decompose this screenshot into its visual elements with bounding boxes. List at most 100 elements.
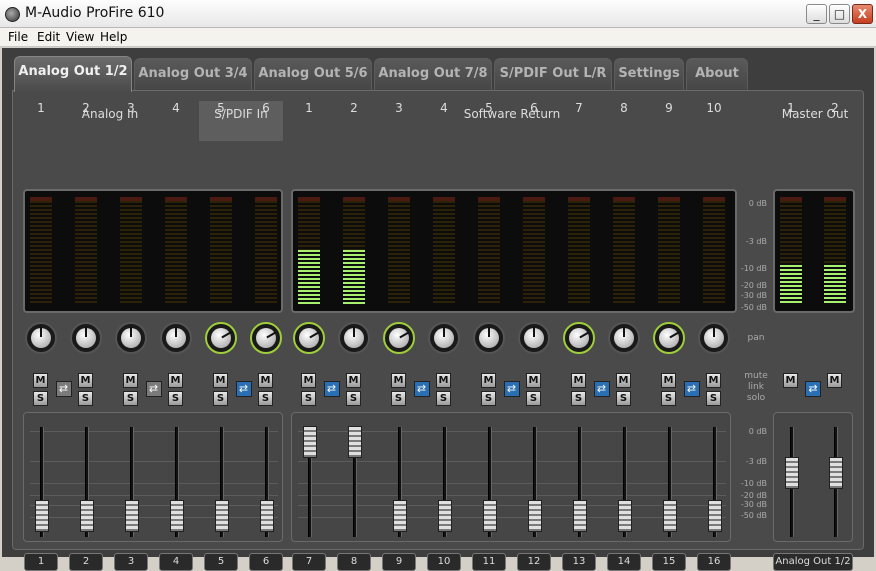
pan-knob[interactable] (115, 322, 147, 354)
strip-label-button[interactable]: 16 (697, 553, 731, 571)
mute-button[interactable]: M (258, 373, 273, 388)
mute-button[interactable]: M (123, 373, 138, 388)
strip-label-button[interactable]: 9 (382, 553, 416, 571)
strip-label-button[interactable]: 10 (427, 553, 461, 571)
strip-label-button[interactable]: 4 (159, 553, 193, 571)
strip-label-button[interactable]: 1 (24, 553, 58, 571)
strip-label-button[interactable]: 6 (249, 553, 283, 571)
tab-analog-out-1-2[interactable]: Analog Out 1/2 (14, 56, 132, 92)
fader-handle[interactable] (829, 457, 843, 490)
pan-knob[interactable] (25, 322, 57, 354)
pan-knob[interactable] (653, 322, 685, 354)
fader-handle[interactable] (573, 499, 587, 532)
solo-button[interactable]: S (391, 391, 406, 406)
tab-spdif-out[interactable]: S/PDIF Out L/R (494, 58, 612, 90)
menu-edit[interactable]: Edit (37, 30, 60, 44)
fader-handle[interactable] (663, 499, 677, 532)
fader-handle[interactable] (618, 499, 632, 532)
link-button[interactable]: ⇄ (145, 381, 162, 397)
strip-label-button[interactable]: 2 (69, 553, 103, 571)
mute-button[interactable]: M (168, 373, 183, 388)
link-button[interactable]: ⇄ (55, 381, 72, 397)
master-output-select[interactable]: Analog Out 1/2 (773, 553, 853, 571)
strip-label-button[interactable]: 14 (607, 553, 641, 571)
link-button[interactable]: ⇄ (323, 381, 340, 397)
strip-label-button[interactable]: 7 (292, 553, 326, 571)
pan-knob[interactable] (473, 322, 505, 354)
app-icon[interactable] (5, 7, 20, 22)
fader-handle[interactable] (80, 499, 94, 532)
mute-button[interactable]: M (481, 373, 496, 388)
solo-button[interactable]: S (436, 391, 451, 406)
tab-about[interactable]: About (686, 58, 748, 90)
fader-handle[interactable] (483, 499, 497, 532)
mute-button[interactable]: M (78, 373, 93, 388)
pan-knob[interactable] (70, 322, 102, 354)
solo-button[interactable]: S (706, 391, 721, 406)
pan-knob[interactable] (608, 322, 640, 354)
solo-button[interactable]: S (661, 391, 676, 406)
fader-handle[interactable] (528, 499, 542, 532)
solo-button[interactable]: S (571, 391, 586, 406)
maximize-button[interactable]: □ (829, 4, 850, 24)
fader-handle[interactable] (708, 499, 722, 532)
fader-handle[interactable] (348, 425, 362, 458)
mute-button[interactable]: M (616, 373, 631, 388)
strip-label-button[interactable]: 5 (204, 553, 238, 571)
solo-button[interactable]: S (78, 391, 93, 406)
pan-knob[interactable] (698, 322, 730, 354)
menu-view[interactable]: View (66, 30, 94, 44)
strip-label-button[interactable]: 3 (114, 553, 148, 571)
mute-button[interactable]: M (391, 373, 406, 388)
link-button[interactable]: ⇄ (593, 381, 610, 397)
menu-file[interactable]: File (8, 30, 28, 44)
fader-handle[interactable] (438, 499, 452, 532)
pan-knob[interactable] (160, 322, 192, 354)
solo-button[interactable]: S (526, 391, 541, 406)
close-button[interactable]: X (852, 4, 873, 24)
pan-knob[interactable] (383, 322, 415, 354)
tab-analog-out-5-6[interactable]: Analog Out 5/6 (254, 58, 372, 90)
link-button[interactable]: ⇄ (413, 381, 430, 397)
link-button[interactable]: ⇄ (235, 381, 252, 397)
pan-knob[interactable] (428, 322, 460, 354)
strip-label-button[interactable]: 11 (472, 553, 506, 571)
mute-button[interactable]: M (213, 373, 228, 388)
menu-help[interactable]: Help (100, 30, 127, 44)
solo-button[interactable]: S (168, 391, 183, 406)
solo-button[interactable]: S (346, 391, 361, 406)
mute-button[interactable]: M (571, 373, 586, 388)
master-mute-button[interactable]: M (827, 373, 842, 388)
link-button[interactable]: ⇄ (503, 381, 520, 397)
fader-handle[interactable] (215, 499, 229, 532)
mute-button[interactable]: M (661, 373, 676, 388)
pan-knob[interactable] (293, 322, 325, 354)
mute-button[interactable]: M (706, 373, 721, 388)
pan-knob[interactable] (338, 322, 370, 354)
fader-handle[interactable] (35, 499, 49, 532)
solo-button[interactable]: S (616, 391, 631, 406)
mute-button[interactable]: M (526, 373, 541, 388)
link-button[interactable]: ⇄ (683, 381, 700, 397)
mute-button[interactable]: M (301, 373, 316, 388)
master-mute-button[interactable]: M (783, 373, 798, 388)
pan-knob[interactable] (518, 322, 550, 354)
mute-button[interactable]: M (436, 373, 451, 388)
fader-handle[interactable] (785, 457, 799, 490)
solo-button[interactable]: S (481, 391, 496, 406)
solo-button[interactable]: S (258, 391, 273, 406)
pan-knob[interactable] (250, 322, 282, 354)
tab-settings[interactable]: Settings (614, 58, 684, 90)
tab-analog-out-7-8[interactable]: Analog Out 7/8 (374, 58, 492, 90)
strip-label-button[interactable]: 15 (652, 553, 686, 571)
fader-handle[interactable] (125, 499, 139, 532)
minimize-button[interactable]: _ (806, 4, 827, 24)
tab-analog-out-3-4[interactable]: Analog Out 3/4 (134, 58, 252, 90)
mute-button[interactable]: M (346, 373, 361, 388)
master-link-button[interactable]: ⇄ (805, 381, 821, 397)
mute-button[interactable]: M (33, 373, 48, 388)
fader-handle[interactable] (170, 499, 184, 532)
pan-knob[interactable] (563, 322, 595, 354)
solo-button[interactable]: S (33, 391, 48, 406)
strip-label-button[interactable]: 13 (562, 553, 596, 571)
